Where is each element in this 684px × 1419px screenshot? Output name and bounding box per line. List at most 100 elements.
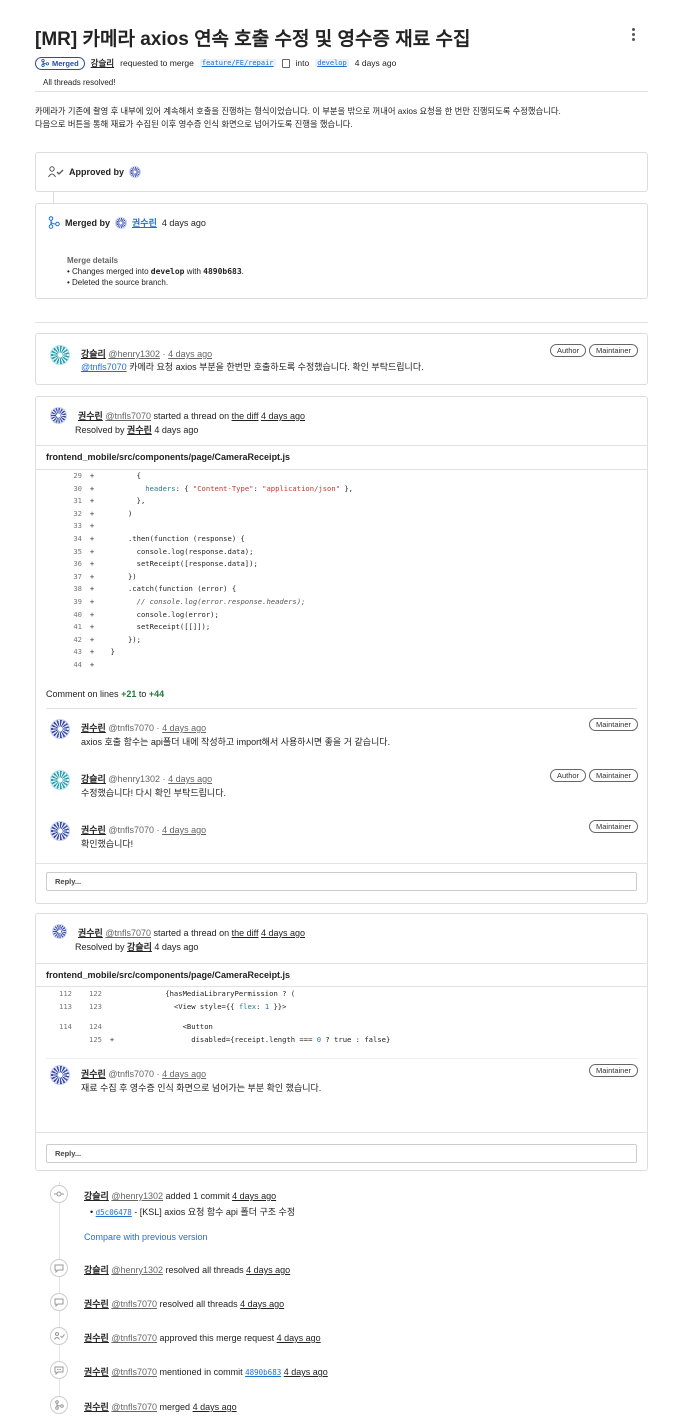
- author-badge: Author: [550, 769, 587, 782]
- merged-by-label: Merged by: [65, 217, 111, 228]
- approval-icon: [48, 166, 64, 178]
- approver-avatar[interactable]: [129, 166, 142, 178]
- diff-link[interactable]: the diff: [232, 411, 259, 421]
- avatar[interactable]: [50, 407, 67, 424]
- approval-widget: Approved by: [35, 152, 648, 192]
- merger-avatar[interactable]: [115, 216, 128, 229]
- commit-icon: [50, 1185, 68, 1203]
- event-time[interactable]: 4 days ago: [284, 1367, 328, 1377]
- mr-meta: Merged 강슬리 requested to merge feature/FE…: [35, 55, 396, 71]
- commit-sha: 4890b683: [203, 267, 242, 276]
- merge-details-title: Merge details: [67, 256, 119, 265]
- event-time[interactable]: 4 days ago: [277, 1333, 321, 1343]
- event-text: resolved all threads: [159, 1299, 238, 1309]
- note-author[interactable]: 강슬리: [81, 774, 106, 784]
- event-author[interactable]: 강슬리: [84, 1265, 109, 1275]
- merged-badge: Merged: [35, 56, 85, 70]
- diff-code: 112 122 {hasMediaLibraryPermission ? (113…: [59, 989, 391, 1044]
- merge-icon: [50, 1396, 68, 1414]
- avatar[interactable]: [52, 924, 67, 939]
- comment-author[interactable]: 강슬리: [81, 349, 106, 359]
- timeline-event: 권수린 @tnfls7070 approved this merge reque…: [84, 1331, 321, 1344]
- resolver-link[interactable]: 강슬리: [127, 942, 152, 952]
- merge-widget: Merged by 권수린 4 days ago Merge details •…: [35, 203, 648, 299]
- mention-link[interactable]: @tnfls7070: [81, 362, 127, 372]
- compare-link[interactable]: Compare with previous version: [84, 1232, 208, 1242]
- event-text: approved this merge request: [159, 1333, 275, 1343]
- discussion-thread: 권수린 @tnfls7070 started a thread on the d…: [35, 913, 648, 1171]
- event-author[interactable]: 권수린: [84, 1402, 109, 1412]
- more-options-icon[interactable]: [628, 28, 638, 44]
- merge-time: 4 days ago: [161, 217, 206, 228]
- timeline-event: 권수린 @tnfls7070 merged 4 days ago: [84, 1400, 237, 1413]
- note-body: 확인했습니다!: [81, 839, 134, 849]
- commit-sha-link[interactable]: 4890b683: [245, 1368, 281, 1377]
- thread-handle[interactable]: @tnfls7070: [105, 928, 151, 938]
- event-author[interactable]: 권수린: [84, 1367, 109, 1377]
- event-time[interactable]: 4 days ago: [246, 1265, 290, 1275]
- commit-sha-link[interactable]: d5c06478: [96, 1208, 132, 1217]
- thread-handle[interactable]: @tnfls7070: [105, 411, 151, 421]
- source-branch-link[interactable]: feature/FE/repair: [199, 59, 276, 67]
- event-handle[interactable]: @tnfls7070: [111, 1367, 157, 1377]
- note-author[interactable]: 권수린: [81, 723, 106, 733]
- avatar[interactable]: [50, 345, 70, 365]
- author-badge: Author: [550, 344, 587, 357]
- merge-icon: [41, 59, 49, 67]
- connector: [53, 192, 54, 203]
- note-body: 재료 수집 후 영수증 인식 화면으로 넘어가는 부분 확인 했습니다.: [81, 1083, 322, 1093]
- target-branch-link[interactable]: develop: [315, 59, 349, 67]
- merge-icon: [48, 216, 60, 229]
- comment-time[interactable]: 4 days ago: [168, 349, 212, 359]
- threads-status: All threads resolved!: [43, 78, 116, 87]
- merge-detail-item: • Changes merged into develop with 4890b…: [67, 267, 244, 276]
- comment-handle[interactable]: @henry1302: [108, 349, 160, 359]
- resolver-link[interactable]: 권수린: [127, 425, 152, 435]
- divider: [35, 322, 648, 323]
- avatar[interactable]: [50, 719, 70, 739]
- comment-range: Comment on lines +21 to +44: [46, 689, 165, 699]
- file-path[interactable]: frontend_mobile/src/components/page/Came…: [46, 452, 290, 462]
- description-line: 카메라가 기존에 촬영 후 내부에 있어 계속해서 호출을 진행하는 형식이었습…: [35, 106, 561, 116]
- maintainer-badge: Maintainer: [589, 718, 639, 731]
- event-author[interactable]: 권수린: [84, 1333, 109, 1343]
- timeline-event: 강슬리 @henry1302 resolved all threads 4 da…: [84, 1263, 290, 1276]
- comment-dots-icon: [50, 1361, 68, 1379]
- maintainer-badge: Maintainer: [589, 820, 639, 833]
- copy-icon[interactable]: [281, 58, 290, 68]
- timeline-event: 권수린 @tnfls7070 mentioned in commit 4890b…: [84, 1365, 328, 1378]
- reply-input[interactable]: Reply...: [46, 1144, 637, 1163]
- page-title: [MR] 카메라 axios 연속 호출 수정 및 영수증 재료 수집: [35, 29, 471, 50]
- note-author[interactable]: 권수린: [81, 825, 106, 835]
- approved-by-label: Approved by: [69, 167, 125, 177]
- thread-author[interactable]: 권수린: [78, 928, 103, 938]
- comment-body: 카메라 요청 axios 부분을 한번만 호출하도록 수정했습니다. 확인 부탁…: [129, 362, 424, 372]
- event-text: merged: [159, 1402, 191, 1412]
- reply-input[interactable]: Reply...: [46, 872, 637, 891]
- diff-link[interactable]: the diff: [232, 928, 259, 938]
- merge-detail-item: • Deleted the source branch.: [67, 278, 169, 287]
- author-link[interactable]: 강슬리: [91, 57, 114, 69]
- avatar[interactable]: [50, 821, 70, 841]
- diff-code: 29 + {30 + headers: { "Content-Type": "app…: [73, 471, 354, 669]
- thread-author[interactable]: 권수린: [78, 411, 103, 421]
- event-time[interactable]: 4 days ago: [193, 1402, 237, 1412]
- file-path[interactable]: frontend_mobile/src/components/page/Came…: [46, 970, 290, 980]
- event-author[interactable]: 권수린: [84, 1299, 109, 1309]
- merger-link[interactable]: 권수린: [132, 216, 157, 229]
- divider: [35, 91, 648, 92]
- note-body: 수정했습니다! 다시 확인 부탁드립니다.: [81, 788, 226, 798]
- event-time[interactable]: 4 days ago: [240, 1299, 284, 1309]
- avatar[interactable]: [50, 1065, 70, 1085]
- event-handle[interactable]: @tnfls7070: [111, 1299, 157, 1309]
- event-handle[interactable]: @henry1302: [111, 1265, 163, 1275]
- into-text: into: [295, 58, 310, 68]
- note-author[interactable]: 권수린: [81, 1069, 106, 1079]
- thread-time[interactable]: 4 days ago: [261, 411, 305, 421]
- avatar[interactable]: [50, 770, 70, 790]
- event-handle[interactable]: @tnfls7070: [111, 1333, 157, 1343]
- thread-time[interactable]: 4 days ago: [261, 928, 305, 938]
- event-handle[interactable]: @tnfls7070: [111, 1402, 157, 1412]
- note-body: axios 호출 함수는 api폴더 내에 작성하고 import해서 사용하시…: [81, 737, 391, 747]
- event-text: resolved all threads: [165, 1265, 244, 1275]
